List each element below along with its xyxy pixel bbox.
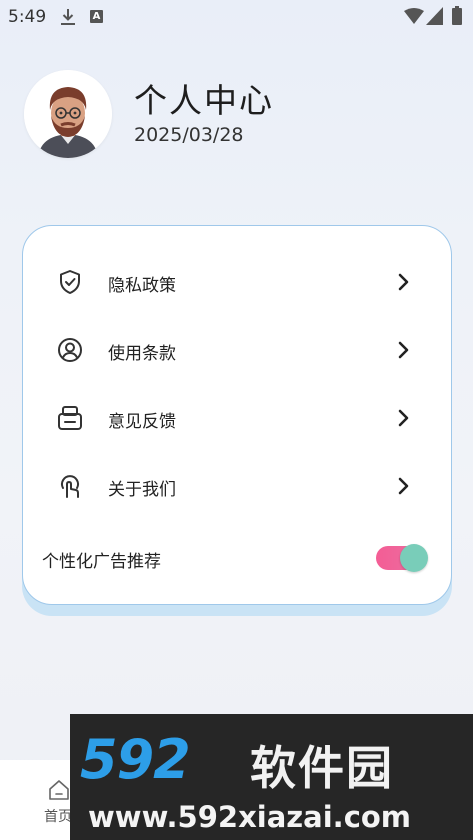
notification-a-icon: A	[90, 10, 103, 23]
watermark-url: www.592xiazai.com	[88, 800, 412, 834]
page-title: 个人中心	[134, 81, 274, 120]
menu-item-feedback[interactable]: 意见反馈	[22, 390, 452, 446]
watermark-name: 软件园	[250, 741, 394, 795]
avatar-illustration	[24, 70, 112, 158]
menu-item-privacy-policy[interactable]: 隐私政策	[22, 254, 452, 310]
wifi-icon	[404, 8, 424, 24]
menu-label: 关于我们	[108, 480, 176, 500]
menu-label: 意见反馈	[108, 412, 176, 432]
feedback-box-icon	[58, 406, 82, 430]
personalized-ads-label: 个性化广告推荐	[42, 552, 161, 572]
chevron-right-icon	[398, 273, 409, 291]
signal-icon	[426, 7, 443, 25]
watermark-592-logo: 592 软件园 www.592xiazai.com	[70, 714, 473, 840]
home-icon	[49, 780, 69, 800]
menu-item-about-us[interactable]: 关于我们	[22, 458, 452, 514]
chevron-right-icon	[398, 477, 409, 495]
toggle-thumb	[400, 544, 428, 572]
status-time: 5:49	[8, 7, 47, 27]
battery-icon	[452, 6, 462, 25]
tab-home-label: 首页	[44, 809, 72, 825]
download-icon	[61, 9, 75, 25]
watermark-digits: 592	[80, 728, 191, 791]
shield-check-icon	[60, 270, 80, 294]
personalized-ads-toggle[interactable]	[376, 544, 428, 572]
chevron-right-icon	[398, 409, 409, 427]
chevron-right-icon	[398, 341, 409, 359]
status-bar: 5:49 A	[0, 0, 473, 34]
profile-date: 2025/03/28	[134, 124, 244, 146]
avatar[interactable]	[24, 70, 112, 158]
menu-label: 隐私政策	[108, 276, 176, 296]
menu-item-terms-of-use[interactable]: 使用条款	[22, 322, 452, 378]
user-circle-icon	[58, 338, 82, 362]
touch-hand-icon	[61, 475, 79, 498]
menu-label: 使用条款	[108, 344, 176, 364]
